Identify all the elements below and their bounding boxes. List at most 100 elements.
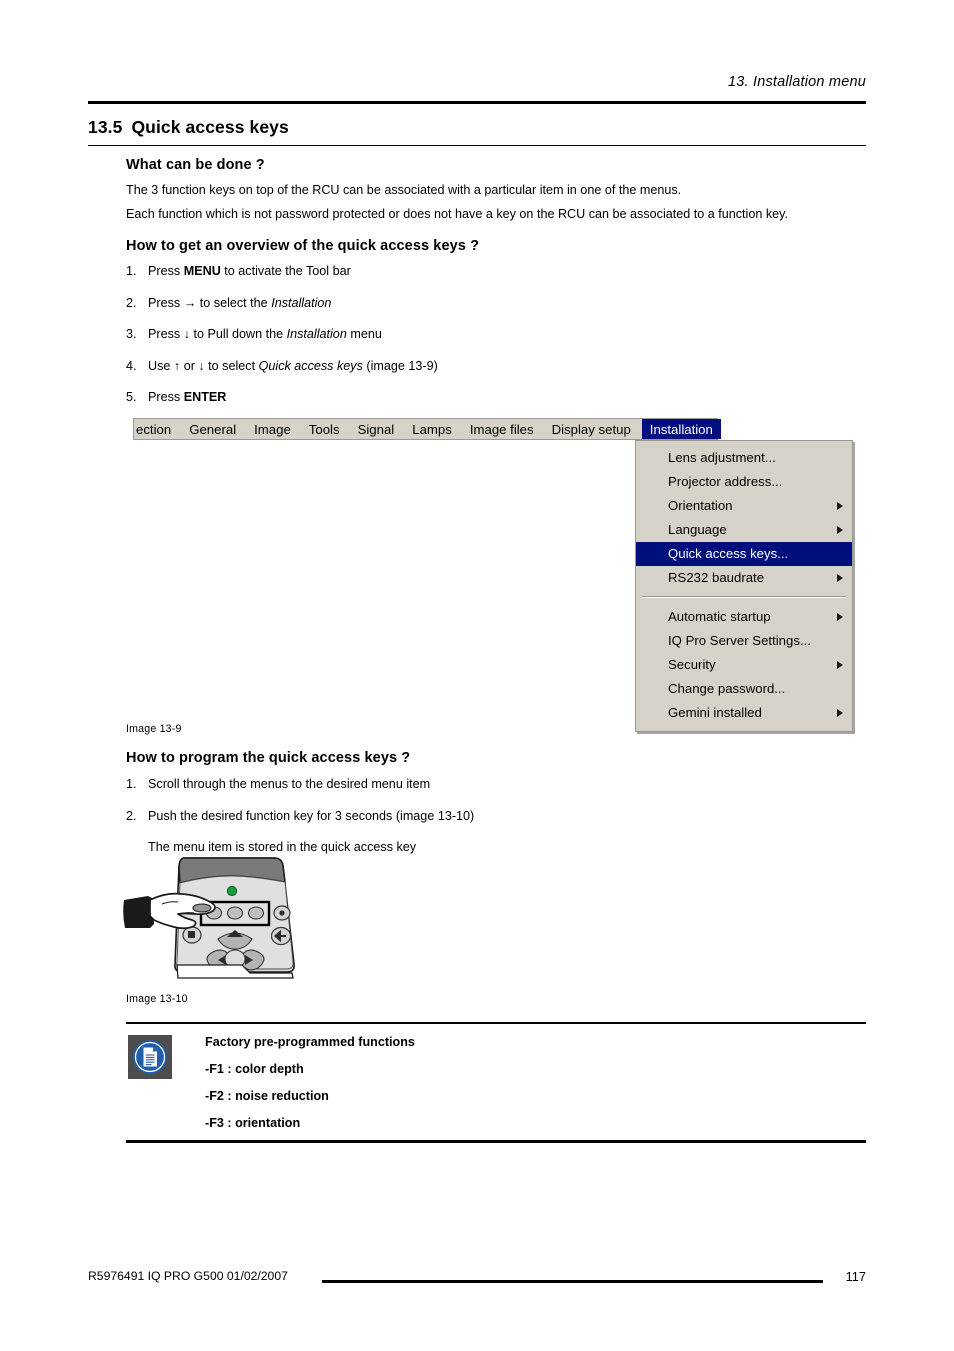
menu-separator [642,596,846,598]
menu-item-automatic-startup-label: Automatic startup [668,609,771,624]
rcu-led-indicator [226,885,238,897]
note-line-f1: -F1 : color depth [205,1062,304,1077]
step-marker: 1. [126,777,137,791]
section-heading: 13.5 Quick access keys [88,117,289,138]
footer-page-number: 117 [845,1269,866,1284]
list-item: 4. Use ↑ or ↓ to select Quick access keys… [126,359,866,374]
function-key-f2 [226,906,244,920]
step-text-post: to activate the Tool bar [220,264,351,278]
overview-heading-wrap: How to get an overview of the quick acce… [126,238,866,254]
program-steps-wrap: 1. Scroll through the menus to the desire… [126,777,866,854]
menubar-item-installation[interactable]: Installation [641,419,721,439]
projector-menubar[interactable]: ection General Image Tools Signal Lamps … [133,418,721,440]
menubar-item-image-files[interactable]: Image files [461,419,543,439]
note-text-block: Factory pre-programmed functions -F1 : c… [205,1035,415,1130]
menu-item-orientation-label: Orientation [668,498,733,513]
step-text: Scroll through the menus to the desired … [148,777,431,791]
what-can-be-done-para-1-wrap: The 3 function keys on top of the RCU ca… [126,183,866,199]
list-item: 3. Press ↓ to Pull down the Installation … [126,327,866,342]
menu-item-orientation[interactable]: Orientation [636,494,852,518]
menu-item-gemini-installed[interactable]: Gemini installed [636,701,852,725]
menu-item-change-password[interactable]: Change password... [636,677,852,701]
menubar-item-signal[interactable]: Signal [349,419,404,439]
pressed-function-key [192,903,212,913]
section-title-text: Quick access keys [131,117,289,137]
step-text-pre: Press [148,390,184,405]
menu-item-lens-adjustment[interactable]: Lens adjustment... [636,446,852,470]
menu-item-security-label: Security [668,657,716,672]
overview-steps-wrap: 1. Press MENU to activate the Tool bar 2.… [126,264,866,436]
list-item: 1. Scroll through the menus to the desire… [126,777,866,792]
menubar-item-tools[interactable]: Tools [300,419,349,439]
running-header: 13. Installation menu [727,74,866,90]
note-box: Factory pre-programmed functions -F1 : c… [126,1022,866,1143]
step-text-italic: Installation [271,295,332,310]
step-text-bold: MENU [183,264,221,278]
step-text-pre: Press [148,264,184,278]
submenu-arrow-icon [837,574,843,582]
menu-item-language[interactable]: Language [636,518,852,542]
submenu-arrow-icon [837,526,843,534]
header-rule [88,101,866,104]
menu-item-quick-access-keys[interactable]: Quick access keys... [636,542,852,566]
what-can-be-done-para-2: Each function which is not password prot… [126,207,789,221]
menu-item-rs232-baudrate[interactable]: RS232 baudrate [636,566,852,590]
step-text-bold: ENTER [183,390,227,405]
note-line-f3: -F3 : orientation [205,1116,301,1131]
program-heading: How to program the quick access keys ? [126,750,411,766]
figure-caption-13-10: Image 13-10 [126,993,188,1005]
menu-item-iq-pro-server-settings[interactable]: IQ Pro Server Settings... [636,629,852,653]
menu-item-automatic-startup[interactable]: Automatic startup [636,605,852,629]
step-text-pre: Use ↑ or ↓ to select [148,358,259,373]
what-can-be-done-heading: What can be done ? [126,157,265,173]
figure-caption-13-9: Image 13-9 [126,723,182,735]
step-marker: 3. [126,327,137,342]
list-item: 1. Press MENU to activate the Tool bar [126,264,866,279]
step-text-italic: Installation [286,327,347,342]
list-item: 2. Press → to select the Installation [126,296,866,311]
submenu-arrow-icon [837,502,843,510]
step-marker: 4. [126,358,137,373]
menu-item-rs232-baudrate-label: RS232 baudrate [668,570,765,585]
step-marker: 1. [126,264,137,278]
step-text-post: menu [346,327,382,342]
menu-item-gemini-installed-label: Gemini installed [668,705,762,720]
step-text-pre: Press → to select the [148,295,272,310]
step-marker: 2. [126,808,137,823]
program-step-list: 1. Scroll through the menus to the desire… [126,777,866,824]
note-title: Factory pre-programmed functions [205,1035,415,1050]
menubar-item-source-selection[interactable]: ection [134,419,180,439]
rcu-menu-button-glyph [188,931,195,938]
document-note-icon [133,1040,167,1075]
what-can-be-done-para-1: The 3 function keys on top of the RCU ca… [126,183,682,197]
menu-item-projector-address[interactable]: Projector address... [636,470,852,494]
section-rule [88,145,866,147]
menubar-item-lamps[interactable]: Lamps [403,419,461,439]
rcu-illustration-figure [122,852,322,987]
overview-step-list: 1. Press MENU to activate the Tool bar 2.… [126,264,866,406]
submenu-arrow-icon [837,709,843,717]
section-number: 13.5 [88,117,123,137]
step-text: Push the desired function key for 3 seco… [148,808,475,823]
list-item: 2. Push the desired function key for 3 se… [126,809,866,824]
menubar-item-general[interactable]: General [180,419,245,439]
list-item: 5. Press ENTER [126,390,866,405]
menu-screenshot-figure: ection General Image Tools Signal Lamps … [133,418,721,440]
note-icon-badge [128,1035,172,1080]
installation-dropdown-menu[interactable]: Lens adjustment... Projector address... … [635,440,853,732]
footer-rule [322,1280,823,1283]
note-line-f2: -F2 : noise reduction [205,1089,329,1104]
menu-item-security[interactable]: Security [636,653,852,677]
menubar-item-display-setup[interactable]: Display setup [543,419,640,439]
note-bottom-rule [126,1140,866,1143]
step-text-pre: Press ↓ to Pull down the [148,327,287,342]
menu-item-language-label: Language [668,522,727,537]
menubar-item-image[interactable]: Image [245,419,300,439]
step-marker: 2. [126,295,137,310]
rcu-remote-graphic [123,857,295,979]
submenu-arrow-icon [837,661,843,669]
what-can-be-done-para-2-wrap: Each function which is not password prot… [126,207,866,223]
overview-heading: How to get an overview of the quick acce… [126,238,480,254]
footer-reference: R5976491 IQ PRO G500 01/02/2007 [88,1269,288,1283]
function-key-f3 [247,906,265,920]
